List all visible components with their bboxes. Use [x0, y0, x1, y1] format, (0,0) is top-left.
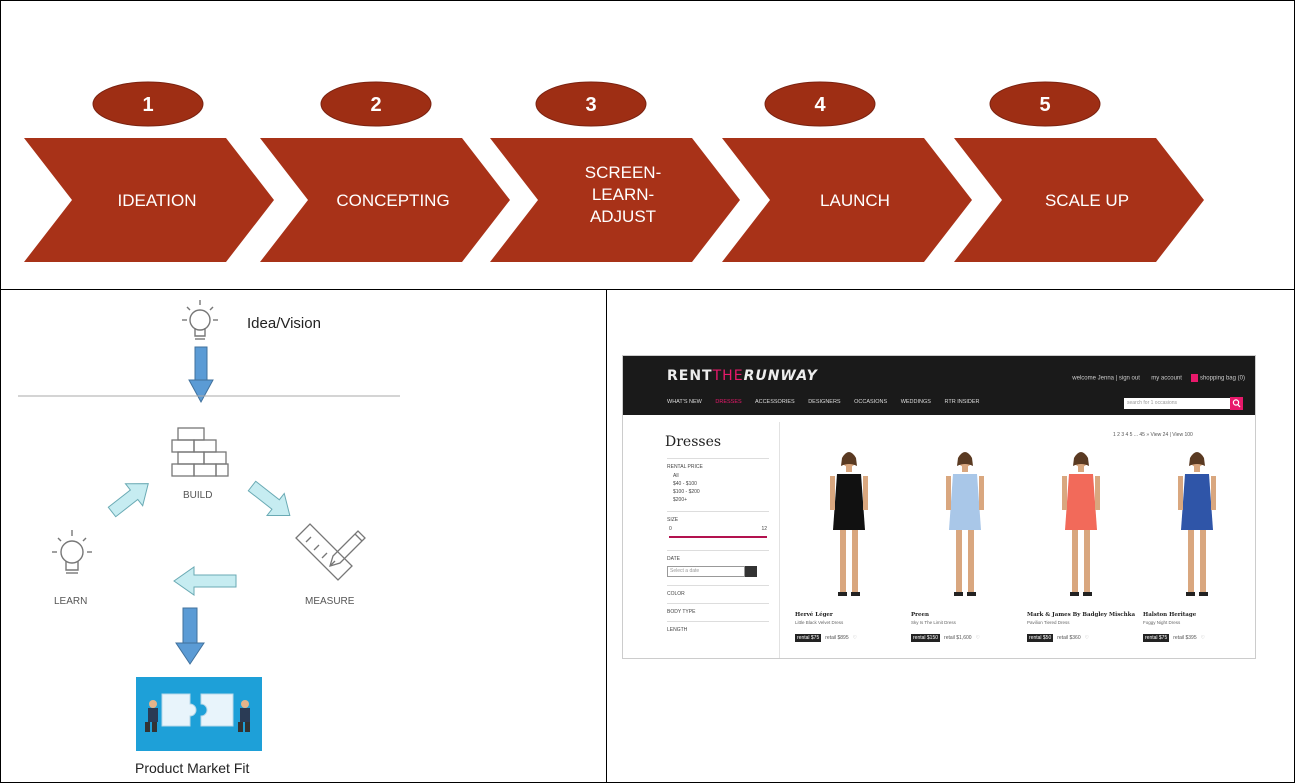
filter-option[interactable]: $200+: [667, 497, 769, 503]
search-icon: [1232, 399, 1241, 408]
step-number: 2: [370, 94, 381, 116]
product-card[interactable]: Hervé Léger Little Black Velvet Dress re…: [795, 446, 903, 656]
search-button[interactable]: [1230, 397, 1243, 410]
date-input[interactable]: Select a date: [667, 566, 745, 577]
search-input[interactable]: search for 1 occasions: [1124, 398, 1230, 409]
product-card[interactable]: Preen Sky Is The Limit Dress rental $150…: [911, 446, 1019, 656]
shopping-bag-link[interactable]: shopping bag (0): [1200, 376, 1245, 382]
rental-price-badge[interactable]: rental $75: [795, 634, 822, 642]
retail-price: retail $360: [1057, 635, 1081, 641]
step-number: 3: [585, 94, 596, 116]
my-account-link[interactable]: my account: [1151, 376, 1182, 382]
size-max-label: 12: [761, 526, 767, 532]
size-min-label: 0: [669, 526, 672, 532]
ruler-pencil-icon: [295, 523, 366, 581]
product-brand[interactable]: Mark & James By Badgley Mischka: [1027, 612, 1135, 619]
product-brand[interactable]: Halston Heritage: [1143, 612, 1251, 619]
product-brand[interactable]: Hervé Léger: [795, 612, 903, 619]
nav-item-accessories[interactable]: ACCESSORIES: [755, 399, 795, 405]
product-card[interactable]: Mark & James By Badgley Mischka Pavilion…: [1027, 446, 1135, 656]
retail-price: retail $895: [825, 635, 849, 641]
model-photo: [1178, 452, 1216, 596]
filter-option[interactable]: $40 - $100: [667, 481, 769, 487]
rental-price-badge[interactable]: rental $75: [1143, 634, 1170, 642]
heart-icon[interactable]: ♡: [853, 635, 857, 641]
product-name: Sky Is The Limit Dress: [911, 620, 956, 625]
heart-icon[interactable]: ♡: [976, 635, 980, 641]
learn-label: LEARN: [54, 596, 88, 607]
product-brand[interactable]: Preen: [911, 612, 1019, 619]
product-name: Foggy Night Dress: [1143, 620, 1181, 625]
logo-part-rent: RENT: [667, 368, 713, 384]
nav-item-weddings[interactable]: WEDDINGS: [901, 399, 931, 405]
step-number: 4: [814, 94, 826, 116]
filter-option[interactable]: $100 - $200: [667, 489, 769, 495]
site-nav: WHAT'S NEW DRESSES ACCESSORIES DESIGNERS…: [667, 399, 980, 405]
calendar-icon[interactable]: [745, 566, 757, 577]
puzzle-handshake-image: [136, 677, 262, 751]
retail-price: retail $1,600: [944, 635, 972, 641]
rental-price-badge[interactable]: rental $50: [1027, 634, 1054, 642]
cycle-arrow-measure-learn: [173, 566, 237, 596]
step-label: LAUNCH: [820, 191, 890, 210]
process-diagram: 1 IDEATION 2 CONCEPTING 3 SCREEN-LEARN-ADJUST…: [24, 81, 1204, 262]
welcome-link[interactable]: welcome Jenna | sign out: [1072, 376, 1140, 382]
product-name: Pavilion Tiered Dress: [1027, 620, 1070, 625]
outcome-label: Product Market Fit: [135, 760, 250, 776]
filter-heading-length[interactable]: LENGTH: [667, 621, 769, 633]
vision-label: Idea/Vision: [247, 315, 321, 332]
model-photo: [946, 452, 984, 596]
down-arrow-icon: [188, 346, 214, 404]
filter-heading-rental-price[interactable]: RENTAL PRICE: [667, 464, 769, 470]
nav-item-dresses[interactable]: DRESSES: [715, 399, 741, 405]
down-arrow-icon: [175, 607, 205, 665]
filter-heading-body-type[interactable]: BODY TYPE: [667, 603, 769, 615]
product-name: Little Black Velvet Dress: [795, 620, 844, 625]
page-title: Dresses: [665, 434, 722, 450]
logo-part-runway: RUNWAY: [743, 368, 818, 384]
sidebar-filters: RENTAL PRICE All $40 - $100 $100 - $200 …: [667, 458, 769, 633]
model-photo: [1062, 452, 1100, 596]
filter-heading-color[interactable]: COLOR: [667, 585, 769, 597]
site-logo[interactable]: RENTTHERUNWAY: [667, 368, 818, 384]
nav-item-occasions[interactable]: OCCASIONS: [854, 399, 887, 405]
step-number: 1: [142, 94, 153, 116]
filter-heading-size[interactable]: SIZE: [667, 517, 769, 523]
step-number: 5: [1039, 94, 1050, 116]
logo-part-the: THE: [712, 368, 744, 384]
brick-wall-icon: [171, 427, 229, 477]
product-card[interactable]: Halston Heritage Foggy Night Dress renta…: [1143, 446, 1251, 656]
retail-price: retail $395: [1173, 635, 1197, 641]
step-label: IDEATION: [117, 191, 196, 210]
rental-price-badge[interactable]: rental $150: [911, 634, 941, 642]
filter-option[interactable]: All: [667, 473, 769, 479]
nav-item-rtr-insider[interactable]: RTR INSIDER: [944, 399, 979, 405]
website-screenshot: RENTTHERUNWAY welcome Jenna | sign out m…: [622, 355, 1256, 659]
step-label: CONCEPTING: [336, 191, 449, 210]
heart-icon[interactable]: ♡: [1201, 635, 1205, 641]
cycle-arrow-learn-build: [107, 483, 149, 518]
nav-item-designers[interactable]: DESIGNERS: [808, 399, 840, 405]
shopping-bag-icon[interactable]: [1191, 374, 1199, 382]
pagination[interactable]: 1 2 3 4 5 ... 45 » View 24 | View 100: [1113, 432, 1193, 438]
filter-heading-date[interactable]: DATE: [667, 556, 769, 562]
heart-icon[interactable]: ♡: [1085, 635, 1089, 641]
sidebar-divider: [779, 422, 780, 658]
lightbulb-icon: [182, 300, 218, 340]
lean-cycle-diagram: [18, 300, 400, 751]
step-label: SCREEN-LEARN-ADJUST: [585, 163, 662, 226]
model-photo: [830, 452, 868, 596]
build-label: BUILD: [183, 490, 213, 501]
header-links: welcome Jenna | sign out my account shop…: [1072, 374, 1245, 382]
cycle-arrow-build-measure: [247, 480, 291, 517]
nav-item-whats-new[interactable]: WHAT'S NEW: [667, 399, 702, 405]
measure-label: MEASURE: [305, 596, 355, 607]
size-slider[interactable]: [669, 536, 767, 538]
step-label: SCALE UP: [1045, 191, 1129, 210]
lightbulb-icon: [52, 530, 92, 574]
